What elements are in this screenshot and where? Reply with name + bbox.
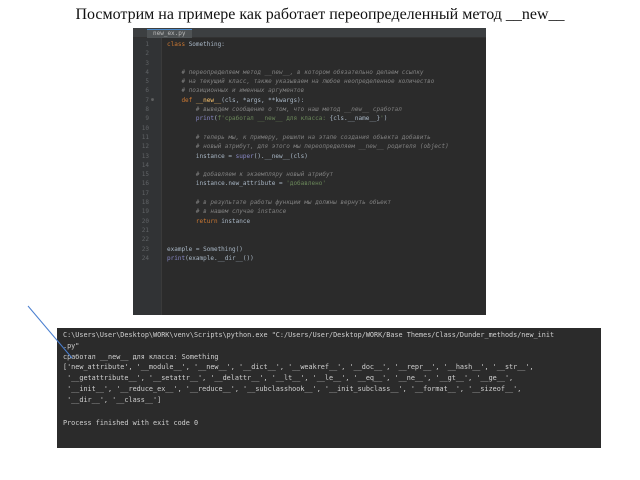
pointer-line	[27, 305, 73, 359]
